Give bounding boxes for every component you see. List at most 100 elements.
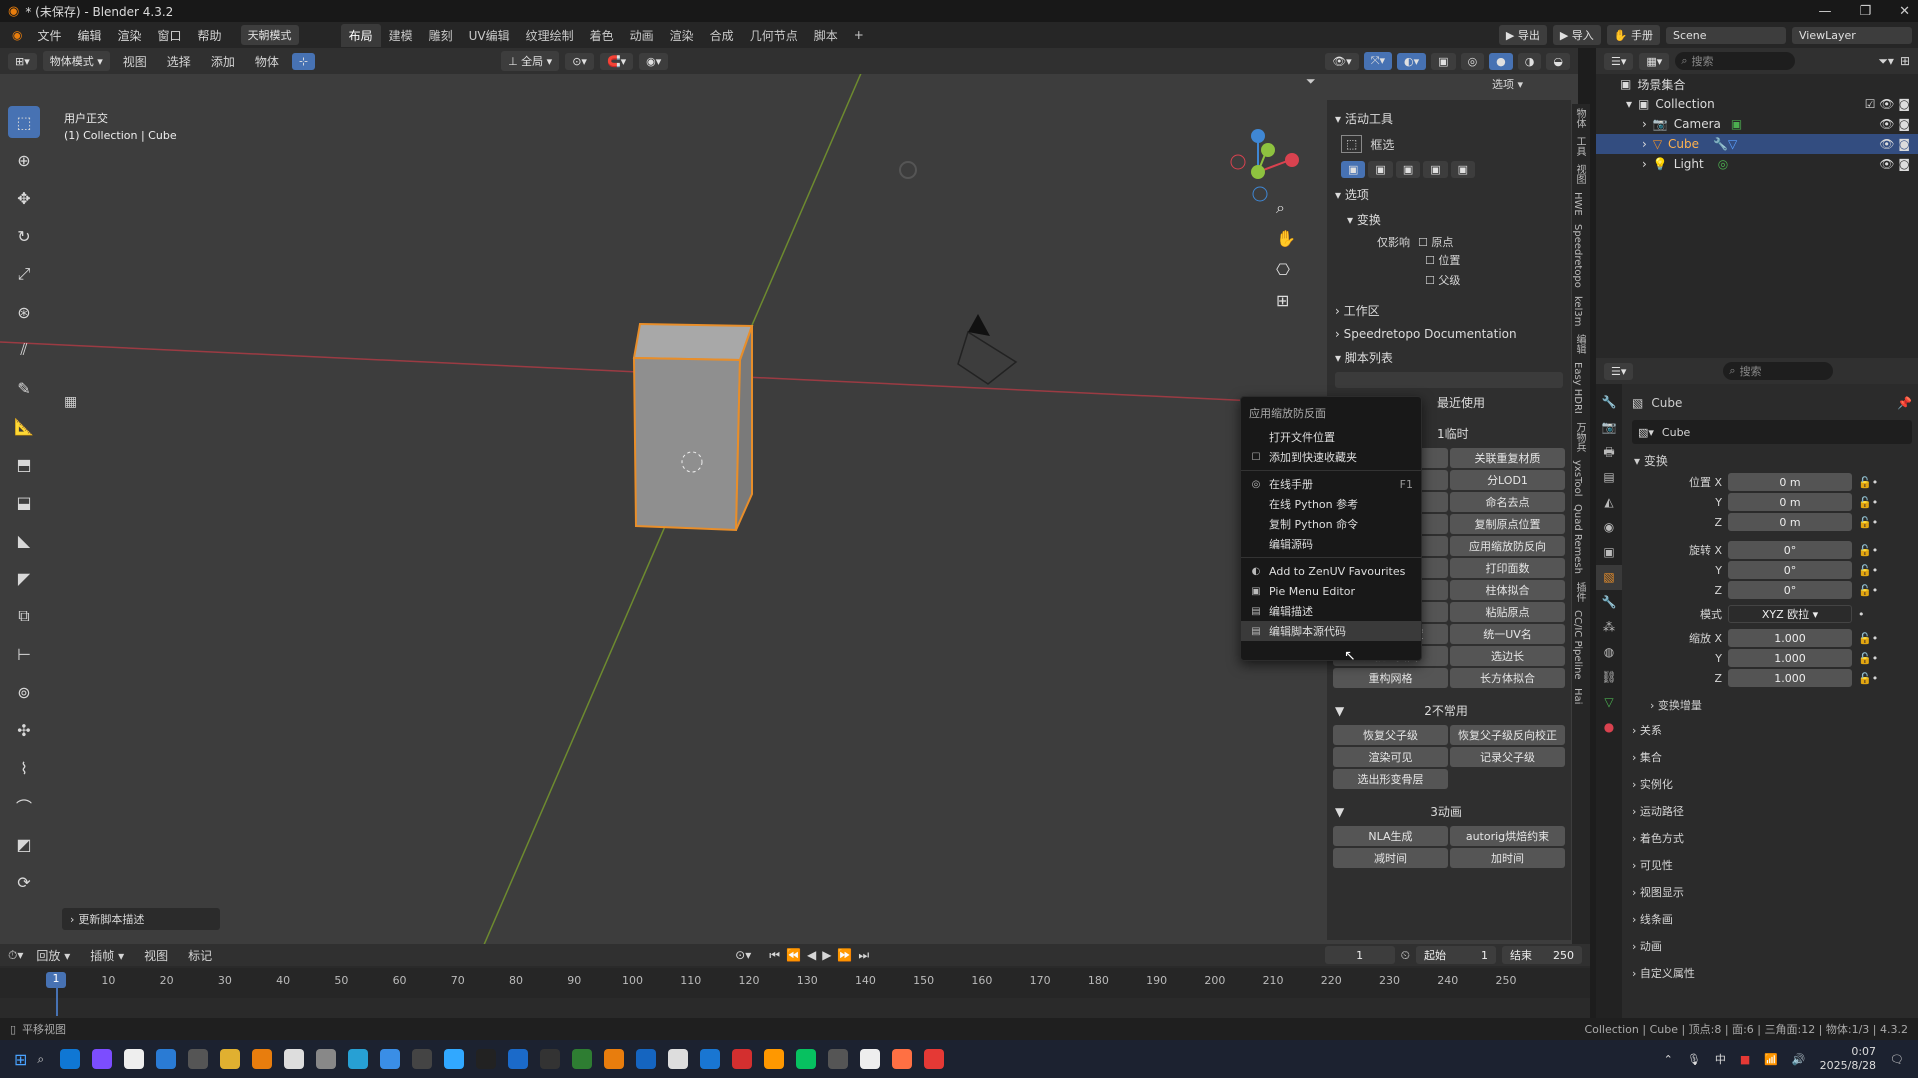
shading-wire-icon[interactable]: ◎ xyxy=(1460,52,1485,70)
viewlayer-selector[interactable]: ViewLayer xyxy=(1792,26,1912,44)
menu-playback[interactable]: 回放 ▾ xyxy=(29,944,77,967)
lock-icon[interactable]: 🔓• xyxy=(1858,544,1898,557)
overlay-icon[interactable]: ◐▾ xyxy=(1397,52,1427,70)
section-animation[interactable]: ▼ 3动画 xyxy=(1327,799,1571,824)
tab-animation[interactable]: 动画 xyxy=(622,24,662,47)
menu-select[interactable]: 选择 xyxy=(160,50,198,73)
tab-uv[interactable]: UV编辑 xyxy=(461,24,518,47)
parents-checkbox[interactable]: ☐ 父级 xyxy=(1327,268,1571,288)
close-button[interactable]: ✕ xyxy=(1899,4,1910,19)
vtab[interactable]: kel3m xyxy=(1572,292,1583,330)
object-name-field[interactable]: ▧▾ Cube xyxy=(1632,420,1912,444)
vtab[interactable]: yxsTool xyxy=(1572,456,1583,500)
visibility-icons[interactable]: 👁 ◙ xyxy=(1879,157,1918,171)
panel-animation[interactable]: › 动画 xyxy=(1632,933,1912,960)
origins-checkbox[interactable]: ☐ 原点 xyxy=(1418,234,1453,250)
lock-icon[interactable]: 🔓• xyxy=(1858,496,1898,509)
panel-collections[interactable]: › 集合 xyxy=(1632,744,1912,771)
shading-render-icon[interactable]: ◒ xyxy=(1546,52,1570,70)
menu-add[interactable]: 添加 xyxy=(204,50,242,73)
add-workspace-button[interactable]: + xyxy=(846,25,872,45)
constraint-tab-icon[interactable]: ⛓ xyxy=(1596,665,1622,690)
panel-viewport-display[interactable]: › 视图显示 xyxy=(1632,879,1912,906)
select-box-tool-icon[interactable]: ⬚ xyxy=(1341,135,1363,153)
script-button[interactable]: autorig烘焙约束 xyxy=(1450,826,1565,846)
editor-type-button[interactable]: ⊞▾ xyxy=(8,52,37,70)
app-icon[interactable] xyxy=(92,1049,113,1069)
menu-marker[interactable]: 标记 xyxy=(181,944,219,967)
mode-new-icon[interactable]: ▣ xyxy=(1341,161,1366,178)
location-z-field[interactable]: 0 m xyxy=(1728,513,1852,531)
loopcut-icon[interactable]: ⊢ xyxy=(8,638,40,670)
app-icon[interactable] xyxy=(284,1049,305,1069)
timeline-type-icon[interactable]: ⏱▾ xyxy=(8,948,23,963)
outliner-item-light[interactable]: › 💡 Light ◎ 👁 ◙ xyxy=(1596,154,1918,174)
measure-icon[interactable]: 📐 xyxy=(8,410,40,442)
outliner-type-icon[interactable]: ☰▾ xyxy=(1604,52,1634,70)
script-button[interactable]: 加时间 xyxy=(1450,848,1565,868)
photoshop-icon[interactable] xyxy=(444,1049,465,1069)
script-button[interactable]: 复制原点位置 xyxy=(1450,514,1565,534)
filter-icon[interactable]: ⏷ xyxy=(1306,74,1324,92)
outliner-item-cube[interactable]: › ▽ Cube 🔧▽ 👁 ◙ xyxy=(1596,134,1918,154)
menu-item-edit-source[interactable]: 编辑源码 xyxy=(1241,534,1421,554)
section-uncommon[interactable]: ▼ 2不常用 xyxy=(1327,698,1571,723)
app-icon[interactable] xyxy=(892,1049,913,1069)
mode-button[interactable]: 天朝模式 xyxy=(240,25,299,45)
script-button[interactable]: 分LOD1 xyxy=(1450,470,1565,490)
script-button[interactable]: 统一UV名 xyxy=(1450,624,1565,644)
microphone-icon[interactable]: 🎙 xyxy=(1687,1053,1701,1066)
section-active-tool[interactable]: ▾ 活动工具 xyxy=(1327,106,1571,131)
app-icon[interactable] xyxy=(572,1049,593,1069)
smooth-icon[interactable]: ⌇ xyxy=(8,752,40,784)
tray-app-icon[interactable]: ■ xyxy=(1740,1053,1750,1066)
move-icon[interactable]: ✥ xyxy=(8,182,40,214)
volume-icon[interactable]: 🔊 xyxy=(1792,1053,1806,1066)
transform-affect-icon[interactable]: ⊹ xyxy=(291,52,316,70)
app-icon[interactable] xyxy=(476,1049,497,1069)
menu-item-open-file-location[interactable]: 打开文件位置 xyxy=(1241,427,1421,447)
delta-transform-panel[interactable]: › 变换增量 xyxy=(1632,687,1912,717)
minimize-button[interactable]: — xyxy=(1818,4,1831,19)
scale-icon[interactable]: ⤢ xyxy=(8,258,40,290)
annotate-icon[interactable]: ⫽ xyxy=(8,334,40,366)
snap-icon[interactable]: 🧲▾ xyxy=(599,52,634,70)
script-button[interactable]: 关联重复材质 xyxy=(1450,448,1565,468)
shading-solid-icon[interactable]: ● xyxy=(1489,52,1513,70)
script-button[interactable]: 渲染可见 xyxy=(1333,747,1448,767)
vtab[interactable]: CC/IC Pipeline xyxy=(1572,606,1583,684)
tab-sculpt[interactable]: 雕刻 xyxy=(421,24,461,47)
script-button[interactable]: 记录父子级 xyxy=(1450,747,1565,767)
maximize-button[interactable]: ❐ xyxy=(1859,4,1871,19)
vtab[interactable]: Hai xyxy=(1572,684,1583,708)
rip-icon[interactable]: ◩ xyxy=(8,828,40,860)
expand-icon[interactable]: ▾ xyxy=(1626,97,1632,111)
scale-x-field[interactable]: 1.000 xyxy=(1728,629,1852,647)
pan-icon[interactable]: ✋ xyxy=(1276,223,1296,254)
timeline-ruler[interactable]: 1 10 20 30 40 50 60 70 80 90 100 110 120 130 140 150 16… xyxy=(0,968,1590,998)
expand-icon[interactable]: › xyxy=(1642,137,1647,151)
outliner-item-camera[interactable]: › 📷 Camera ▣ 👁 ◙ xyxy=(1596,114,1918,134)
tab-scripting[interactable]: 脚本 xyxy=(806,24,846,47)
dot-icon[interactable]: • xyxy=(1858,608,1898,621)
script-button[interactable]: 长方体拟合 xyxy=(1450,668,1565,688)
rotate-icon[interactable]: ↻ xyxy=(8,220,40,252)
physics-tab-icon[interactable]: ◍ xyxy=(1596,640,1622,665)
transform-panel-header[interactable]: ▾ 变换 xyxy=(1632,444,1912,473)
tab-shading[interactable]: 着色 xyxy=(582,24,622,47)
section-transform[interactable]: ▾ 变换 xyxy=(1327,207,1571,232)
visibility-icon[interactable]: 👁▾ xyxy=(1325,52,1359,70)
select-box-icon[interactable]: ⬚ xyxy=(8,106,40,138)
end-frame-field[interactable]: 结束 250 xyxy=(1502,946,1582,964)
expand-icon[interactable]: › xyxy=(1642,157,1647,171)
clock-icon[interactable]: ⏲ xyxy=(1401,948,1410,963)
import-button[interactable]: ▶ 导入 xyxy=(1552,25,1601,45)
vtab[interactable]: Easy HDRI xyxy=(1572,358,1583,418)
menu-item-add-quick-favorites[interactable]: ☐ 添加到快速收藏夹 xyxy=(1241,447,1421,467)
app-icon[interactable] xyxy=(412,1049,433,1069)
cursor-icon[interactable]: ⊕ xyxy=(8,144,40,176)
tab-modeling[interactable]: 建模 xyxy=(381,24,421,47)
proportional-edit-icon[interactable]: ◉▾ xyxy=(639,52,669,70)
menu-edit[interactable]: 编辑 xyxy=(71,24,109,47)
app-icon[interactable] xyxy=(604,1049,625,1069)
